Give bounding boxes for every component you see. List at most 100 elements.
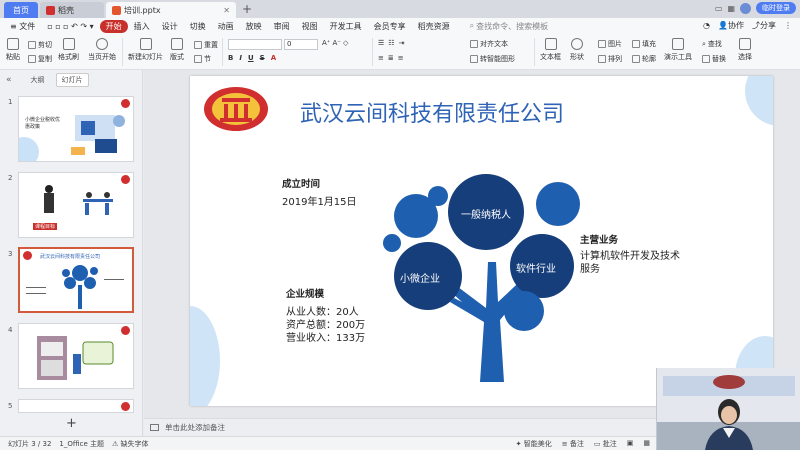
comments-button[interactable]: ▭ 批注 [594, 439, 617, 449]
sync-icon[interactable]: ◔ [703, 21, 710, 30]
menu-tab-developer[interactable]: 开发工具 [324, 20, 368, 33]
tab-slides[interactable]: 幻灯片 [55, 73, 89, 87]
daoke-icon [46, 5, 55, 15]
menu-tab-slideshow[interactable]: 放映 [240, 20, 268, 33]
share-label: 分享 [760, 21, 776, 30]
menu-tab-design[interactable]: 设计 [156, 20, 184, 33]
view-normal-icon[interactable]: ▣ [627, 439, 634, 449]
view-sorter-icon[interactable]: ▦ [643, 439, 650, 449]
find-button[interactable]: ⌕ 查找 [702, 39, 722, 49]
copy-icon [28, 55, 36, 63]
section-button[interactable]: 节 [194, 54, 211, 64]
close-tab-icon[interactable]: ✕ [223, 6, 230, 15]
command-search[interactable]: ⌕ 查找命令、搜索模板 [470, 21, 548, 32]
align-text-button[interactable]: 对齐文本 [470, 39, 508, 49]
slide-thumbnail-4[interactable] [18, 323, 134, 389]
reset-icon [194, 41, 202, 49]
collaborate-button[interactable]: 👤协作 [718, 20, 744, 31]
notes-bar[interactable]: 单击此处添加备注 [144, 418, 656, 436]
start-from-current-button[interactable]: 当页开始 [88, 38, 116, 62]
bold-icon[interactable]: B [228, 54, 233, 62]
new-slide-icon [139, 38, 152, 50]
menu-file[interactable]: ≡ 文件 [4, 20, 41, 33]
font-family-select[interactable] [228, 39, 282, 50]
collapse-panel-icon[interactable]: « [6, 75, 12, 85]
menu-tab-animation[interactable]: 动画 [212, 20, 240, 33]
ribbon-separator [372, 38, 373, 66]
font-color-icon[interactable]: A [271, 54, 276, 62]
theme-name[interactable]: 1_Office 主题 [59, 439, 104, 449]
avatar[interactable] [740, 2, 751, 14]
font-size-select[interactable]: 0 [284, 39, 318, 50]
tab-home-label: 首页 [13, 5, 29, 15]
slide-thumbnail-5[interactable] [18, 399, 134, 413]
shrink-font-icon: A⁻ [332, 39, 341, 47]
menu-tab-review[interactable]: 审阅 [268, 20, 296, 33]
underline-icon[interactable]: U [248, 54, 254, 62]
arrange-button[interactable]: 排列 [598, 54, 622, 64]
menu-tab-member[interactable]: 会员专享 [368, 20, 412, 33]
missing-font-button[interactable]: ⚠ 缺失字体 [112, 439, 149, 449]
picture-label: 图片 [608, 40, 622, 48]
beautify-icon: ✦ [515, 440, 522, 448]
convert-smartart-button[interactable]: 转智能图形 [470, 54, 515, 64]
alignment-buttons[interactable]: ≡ ≣ ≡ [378, 54, 404, 62]
section-icon [194, 55, 202, 63]
new-slide-button[interactable]: 新建幻灯片 [128, 38, 163, 62]
quick-access-icons[interactable]: ▫ ▫ ▫ ↶ ↷ ▾ [41, 21, 99, 32]
slide-thumbnail-3[interactable]: 武汉云间科技有限责任公司 [18, 247, 134, 313]
comment-icon: ▭ [593, 440, 601, 448]
strikethrough-icon[interactable]: S [260, 54, 265, 62]
tab-home[interactable]: 首页 [4, 2, 38, 18]
align-text-label: 对齐文本 [480, 40, 508, 48]
italic-icon[interactable]: I [239, 54, 242, 62]
new-tab-icon[interactable]: + [242, 2, 252, 16]
new-slide-label: 新建幻灯片 [128, 53, 163, 61]
notes-icon [150, 424, 159, 431]
font-style-buttons[interactable]: BIUSA [228, 54, 276, 62]
tab-daoke[interactable]: 稻壳 [40, 2, 104, 18]
menu-tab-start[interactable]: 开始 [99, 19, 128, 33]
replace-icon [702, 55, 710, 63]
cut-button[interactable]: 剪切 [28, 40, 52, 50]
copy-button[interactable]: 复制 [28, 54, 52, 64]
layout-icon[interactable]: ▭ [715, 4, 723, 13]
select-button[interactable]: 选择 [738, 38, 752, 62]
menu-tab-daoke-resources[interactable]: 稻壳资源 [412, 20, 456, 33]
notes-toggle-button[interactable]: ≡ 备注 [562, 439, 584, 449]
replace-button[interactable]: 替换 [702, 54, 726, 64]
title-bar: 首页 稻壳 培训.pptx ✕ + ▭ ▦ 临时登录 [0, 0, 800, 18]
tree-label-software-industry: 软件行业 [516, 264, 556, 275]
textbox-button[interactable]: 文本框 [540, 38, 561, 62]
thumbnail-number: 4 [8, 326, 13, 334]
reset-button[interactable]: 重置 [194, 40, 218, 50]
presentation-tools-button[interactable]: 演示工具 [664, 38, 692, 62]
smartart-icon [470, 55, 478, 63]
font-size-buttons[interactable]: A⁺ A⁻ ◇ [322, 39, 348, 47]
collaborate-icon: 👤 [718, 21, 728, 30]
current-slide[interactable]: 武汉云间科技有限责任公司 成立时间 2019年1月15日 企业规模 从业人数：2… [190, 76, 773, 406]
fill-button[interactable]: 填充 [632, 39, 656, 49]
tab-document[interactable]: 培训.pptx ✕ [106, 2, 236, 18]
login-button[interactable]: 临时登录 [756, 2, 796, 14]
picture-button[interactable]: 图片 [598, 39, 622, 49]
format-painter-button[interactable]: 格式刷 [58, 38, 79, 62]
grid-icon[interactable]: ▦ [727, 4, 735, 13]
tree-label-general-taxpayer: 一般纳税人 [461, 210, 511, 221]
slide-thumbnail-1[interactable]: 小微企业税收优惠政策 [18, 96, 134, 162]
more-icon[interactable]: ⋮ [784, 21, 792, 30]
add-slide-icon[interactable]: + [66, 416, 77, 431]
paste-button[interactable]: 粘贴 [6, 38, 20, 62]
menu-tab-insert[interactable]: 插入 [128, 20, 156, 33]
tree-label-small-enterprise: 小微企业 [400, 274, 440, 285]
menu-tab-view[interactable]: 视图 [296, 20, 324, 33]
slide-thumbnail-2[interactable]: 课程目标 [18, 172, 134, 238]
shape-button[interactable]: 形状 [570, 38, 584, 62]
tab-outline[interactable]: 大纲 [26, 74, 50, 86]
outline-button[interactable]: 轮廓 [632, 54, 656, 64]
menu-tab-transition[interactable]: 切换 [184, 20, 212, 33]
smart-beautify-button[interactable]: ✦ 智能美化 [516, 439, 552, 449]
share-button[interactable]: ⤴分享 [752, 20, 776, 31]
layout-button[interactable]: 版式 [170, 38, 184, 62]
paragraph-buttons[interactable]: ☰ ☷ ⇥ [378, 39, 404, 47]
